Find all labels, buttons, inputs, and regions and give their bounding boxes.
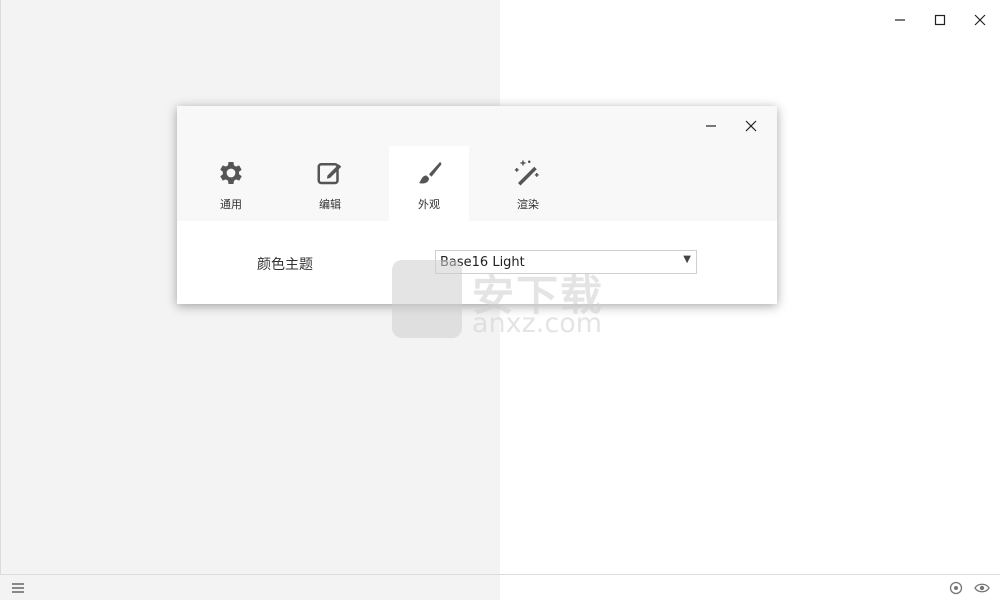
menu-icon[interactable] <box>10 580 26 596</box>
maximize-button[interactable] <box>920 0 960 40</box>
shield-logo-icon <box>392 260 462 338</box>
tab-general[interactable]: 通用 <box>191 146 271 221</box>
gear-icon <box>216 158 246 188</box>
minimize-icon <box>706 125 716 127</box>
watermark: 安下载 anxz.com <box>392 258 612 340</box>
minimize-icon <box>895 19 905 21</box>
edit-icon <box>315 158 345 188</box>
tab-label: 编辑 <box>319 198 341 211</box>
eye-icon[interactable] <box>974 580 990 596</box>
magic-wand-icon <box>513 158 543 188</box>
close-icon <box>974 14 986 26</box>
settings-icon[interactable] <box>948 580 964 596</box>
brush-icon <box>414 158 444 188</box>
tab-render[interactable]: 渲染 <box>488 146 568 221</box>
close-button[interactable] <box>960 0 1000 40</box>
window-controls <box>880 0 1000 40</box>
chevron-down-icon: ▼ <box>683 254 691 265</box>
watermark-en: anxz.com <box>472 308 603 339</box>
dialog-minimize-button[interactable] <box>691 114 731 138</box>
dialog-close-button[interactable] <box>731 114 771 138</box>
tab-label: 通用 <box>220 198 242 211</box>
dialog-header: 通用 编辑 外观 渲染 <box>177 106 777 221</box>
settings-tabs: 通用 编辑 外观 渲染 <box>191 146 587 221</box>
tab-appearance[interactable]: 外观 <box>389 146 469 221</box>
app-window: 通用 编辑 外观 渲染 颜色主题 Base16 Light ▼ 安下载 anxz… <box>0 0 1000 600</box>
close-icon <box>745 120 757 132</box>
dialog-controls <box>691 114 771 138</box>
tab-label: 渲染 <box>517 198 539 211</box>
tab-edit[interactable]: 编辑 <box>290 146 370 221</box>
status-bar <box>0 574 1000 600</box>
maximize-icon <box>934 14 946 26</box>
color-theme-label: 颜色主题 <box>257 257 313 273</box>
tab-label: 外观 <box>418 198 440 211</box>
minimize-button[interactable] <box>880 0 920 40</box>
